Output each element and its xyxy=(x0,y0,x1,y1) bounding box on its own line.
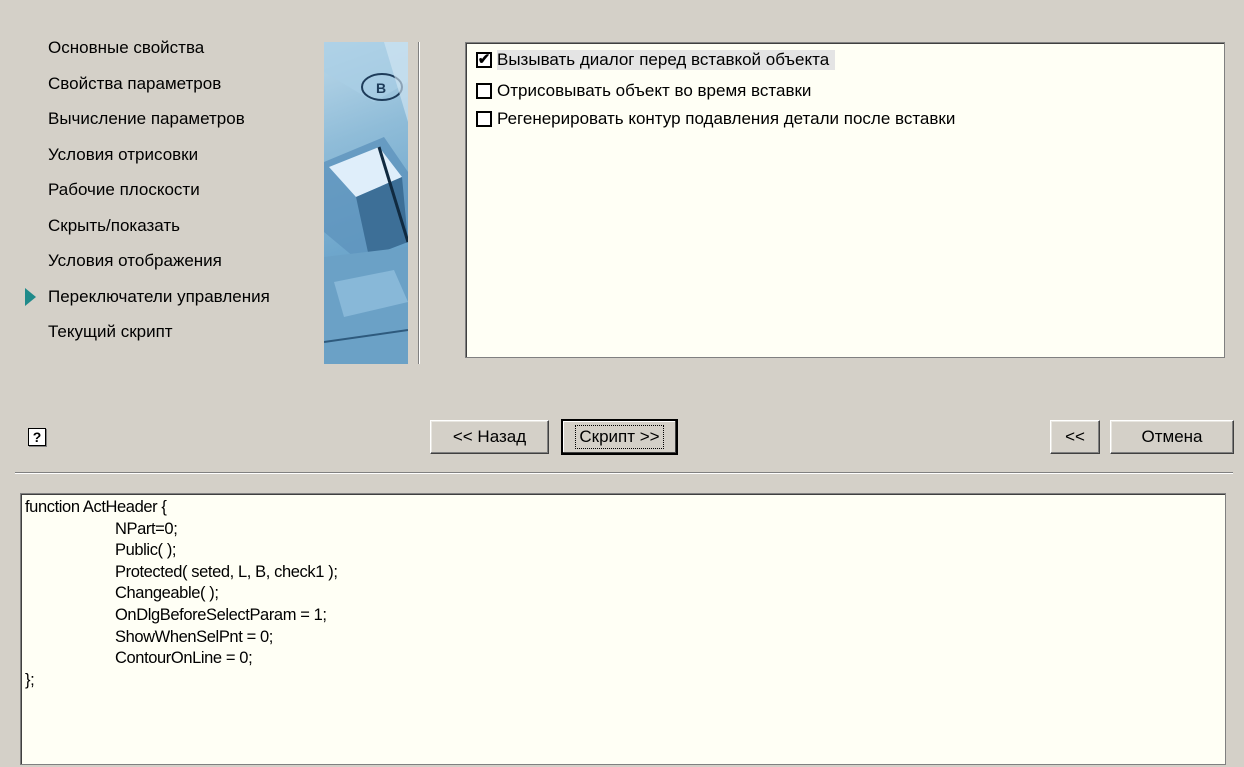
option-label: Отрисовывать объект во время вставки xyxy=(497,81,812,100)
nav-item[interactable]: Рабочие плоскости xyxy=(20,178,320,214)
decorative-picture: B xyxy=(324,42,408,364)
script-line: }; xyxy=(25,670,35,689)
script-line: ContourOnLine = 0; xyxy=(115,649,253,668)
building-illustration: B xyxy=(324,42,408,364)
collapse-button[interactable]: << xyxy=(1050,420,1100,454)
nav-item[interactable]: Условия отображения xyxy=(20,249,320,285)
active-arrow-icon xyxy=(25,287,36,306)
options-listbox[interactable]: ✔ Вызывать диалог перед вставкой объекта О… xyxy=(465,42,1225,358)
cancel-button[interactable]: Отмена xyxy=(1110,420,1234,454)
option-label: Регенерировать контур подавления детали … xyxy=(497,109,956,128)
nav-item-label: Условия отображения xyxy=(48,251,222,270)
picture-label: B xyxy=(376,80,386,96)
nav-item[interactable]: Свойства параметров xyxy=(20,72,320,108)
option-checkbox[interactable]: Регенерировать контур подавления детали … xyxy=(476,106,955,132)
script-line: Protected( seted, L, B, check1 ); xyxy=(115,562,338,581)
nav-item-label: Условия отрисовки xyxy=(48,144,199,164)
script-button-label: Скрипт >> xyxy=(575,425,664,449)
script-line: OnDlgBeforeSelectParam = 1; xyxy=(115,606,327,624)
script-line: Public( ); xyxy=(115,541,177,560)
vertical-divider xyxy=(418,42,420,364)
option-checkbox[interactable]: ✔ Вызывать диалог перед вставкой объекта xyxy=(476,47,836,73)
nav-item-label: Текущий скрипт xyxy=(48,322,173,341)
nav-item-label: Переключатели управления xyxy=(48,286,270,306)
script-line: Changeable( ); xyxy=(115,584,219,603)
nav-item-label: Скрыть/показать xyxy=(48,215,181,235)
script-line: NPart=0; xyxy=(115,519,178,538)
script-line: ShowWhenSelPnt = 0; xyxy=(115,627,273,646)
checkbox-unchecked-icon[interactable] xyxy=(476,111,492,127)
script-line: function ActHeader { xyxy=(25,498,167,516)
nav-item[interactable]: Скрыть/показать xyxy=(20,214,320,250)
nav-item-label: Основные свойства xyxy=(48,38,205,57)
checkbox-checked-icon[interactable]: ✔ xyxy=(476,52,492,68)
nav-item[interactable]: Основные свойства xyxy=(20,36,320,72)
help-icon[interactable]: ? xyxy=(28,428,46,446)
back-button[interactable]: << Назад xyxy=(430,420,549,454)
checkbox-unchecked-icon[interactable] xyxy=(476,83,492,99)
script-editor[interactable]: function ActHeader { NPart=0; Public( ); Pr… xyxy=(20,493,1226,765)
nav-item[interactable]: Текущий скрипт xyxy=(20,320,320,356)
nav-item-label: Вычисление параметров xyxy=(48,109,245,128)
section-nav: Основные свойства Свойства параметров Вычи… xyxy=(20,36,320,356)
option-label: Вызывать диалог перед вставкой объекта xyxy=(497,50,836,70)
nav-item[interactable]: Переключатели управления xyxy=(20,285,320,321)
nav-item-label: Рабочие плоскости xyxy=(48,180,200,199)
horizontal-divider xyxy=(15,472,1233,474)
option-checkbox[interactable]: Отрисовывать объект во время вставки xyxy=(476,78,811,104)
nav-item[interactable]: Условия отрисовки xyxy=(20,143,320,179)
script-button[interactable]: Скрипт >> xyxy=(561,419,678,455)
nav-item[interactable]: Вычисление параметров xyxy=(20,107,320,143)
nav-item-label: Свойства параметров xyxy=(48,73,222,93)
